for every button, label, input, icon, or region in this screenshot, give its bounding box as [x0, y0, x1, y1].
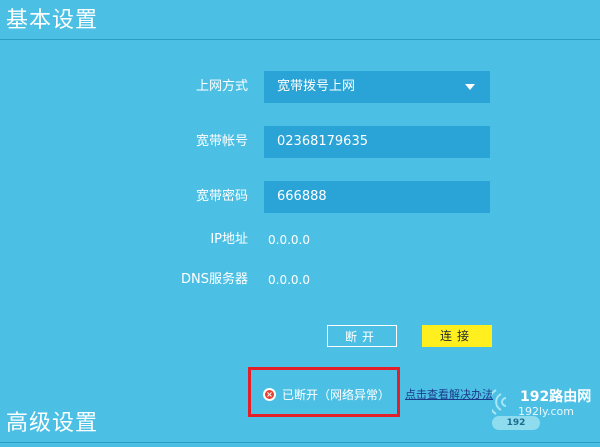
form-row-connection-type: 上网方式 宽带拨号上网	[0, 71, 600, 103]
connect-button[interactable]: 连接	[422, 325, 492, 347]
connection-type-select[interactable]: 宽带拨号上网	[264, 71, 490, 103]
dns-label: DNS服务器	[181, 272, 248, 287]
section-divider	[0, 442, 600, 443]
dns-value: 0.0.0.0	[268, 273, 310, 287]
section-title-basic: 基本设置	[6, 8, 99, 33]
section-title-advanced: 高级设置	[6, 411, 99, 436]
dropdown-arrow-icon	[465, 84, 475, 90]
connection-status-text: 已断开（网络异常）	[282, 388, 391, 402]
error-x-icon: ×	[263, 388, 276, 401]
ip-value: 0.0.0.0	[268, 233, 310, 247]
watermark-brand: 192路由网	[520, 389, 592, 405]
account-label: 宽带帐号	[195, 134, 248, 149]
disconnect-button[interactable]: 断开	[327, 325, 397, 347]
form-row-password: 宽带密码	[0, 181, 600, 213]
form-row-account: 宽带帐号	[0, 126, 600, 158]
password-input[interactable]	[264, 181, 490, 213]
account-input[interactable]	[264, 126, 490, 158]
section-divider	[0, 39, 600, 40]
ip-label: IP地址	[210, 232, 248, 247]
connection-type-value: 宽带拨号上网	[277, 79, 356, 94]
watermark-logo: 192路由网 192ly.com 192	[492, 384, 598, 440]
form-row-ip: IP地址 0.0.0.0	[0, 224, 600, 256]
connection-type-label: 上网方式	[195, 79, 248, 94]
form-row-dns: DNS服务器 0.0.0.0	[0, 264, 600, 296]
help-link[interactable]: 点击查看解决办法	[405, 386, 493, 402]
watermark-badge: 192	[492, 416, 540, 430]
password-label: 宽带密码	[195, 189, 248, 204]
